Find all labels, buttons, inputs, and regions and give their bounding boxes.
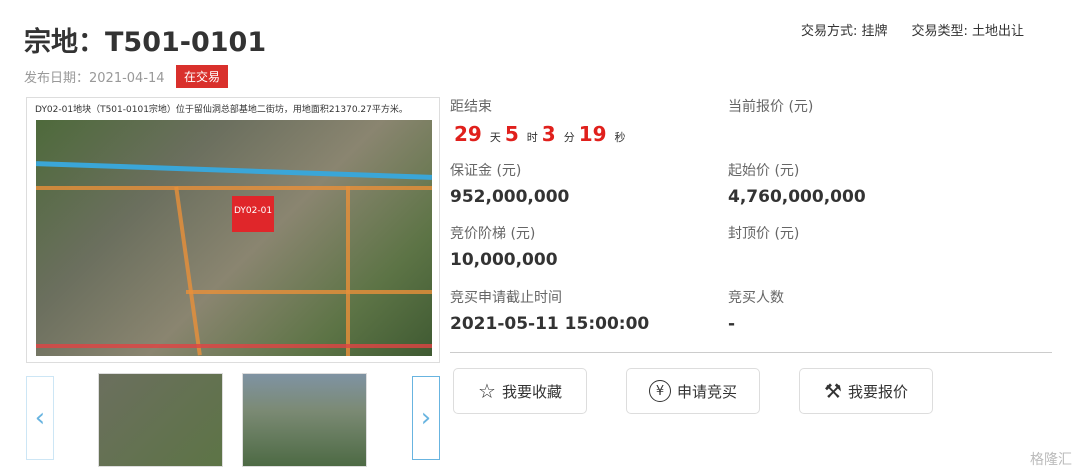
favorite-button[interactable]: ☆ 我要收藏 xyxy=(453,368,587,414)
seconds: 19 xyxy=(578,122,607,146)
hours-unit: 时 xyxy=(526,131,538,144)
watermark: 格隆汇 xyxy=(1030,452,1072,468)
seconds-unit: 秒 xyxy=(614,131,626,144)
bidders-label: 竞买人数 xyxy=(728,290,784,306)
thumbnail-strip: ‹ › xyxy=(26,373,440,467)
start-price-value: 4,760,000,000 xyxy=(728,187,866,207)
favorite-label: 我要收藏 xyxy=(501,382,562,401)
thumbnail-2[interactable] xyxy=(242,373,367,467)
deadline-value: 2021-05-11 15:00:00 xyxy=(450,314,650,334)
minutes-unit: 分 xyxy=(563,131,575,144)
map-image: DY02-01 xyxy=(36,120,432,356)
status-badge: 在交易 xyxy=(176,65,229,88)
apply-label: 申请竞买 xyxy=(676,382,737,401)
days: 29 xyxy=(454,122,482,146)
next-arrow-icon[interactable]: › xyxy=(412,376,440,460)
plot-label: DY02-01 xyxy=(232,196,274,232)
countdown: 29 天 5 时 3 分 19 秒 xyxy=(450,122,626,146)
trade-meta: 交易方式: 挂牌 交易类型: 土地出让 xyxy=(777,20,1024,39)
deposit-label: 保证金 (元) xyxy=(450,163,522,179)
cap-price-label: 封顶价 (元) xyxy=(728,226,800,242)
gavel-icon: ⚒ xyxy=(824,379,842,403)
days-unit: 天 xyxy=(489,131,501,144)
main-image[interactable]: DY02-01地块（T501-0101宗地）位于留仙洞总部基地二街坊，用地面积2… xyxy=(26,97,440,363)
deadline-label: 竞买申请截止时间 xyxy=(450,290,562,306)
image-caption: DY02-01地块（T501-0101宗地）位于留仙洞总部基地二街坊，用地面积2… xyxy=(35,105,408,115)
prev-arrow-icon[interactable]: ‹ xyxy=(26,376,54,460)
bidders-value: - xyxy=(728,314,736,334)
current-price-label: 当前报价 (元) xyxy=(728,99,814,115)
bid-label: 我要报价 xyxy=(847,382,908,401)
minutes: 3 xyxy=(541,122,556,146)
star-icon: ☆ xyxy=(478,379,496,403)
trade-method: 交易方式: 挂牌 xyxy=(800,24,888,39)
bid-button[interactable]: ⚒ 我要报价 xyxy=(799,368,933,414)
hours: 5 xyxy=(504,122,519,146)
trade-type: 交易类型: 土地出让 xyxy=(911,24,1024,39)
apply-button[interactable]: ¥ 申请竞买 xyxy=(626,368,760,414)
start-price-label: 起始价 (元) xyxy=(728,163,800,179)
publish-date: 发布日期：2021-04-14 xyxy=(24,71,165,86)
step-value: 10,000,000 xyxy=(450,250,558,270)
step-label: 竞价阶梯 (元) xyxy=(450,226,536,242)
yen-icon: ¥ xyxy=(648,380,671,402)
thumbnail-1[interactable] xyxy=(98,373,223,467)
countdown-label: 距结束 xyxy=(450,99,492,115)
page-title: 宗地：T501-0101 xyxy=(24,27,267,58)
deposit-value: 952,000,000 xyxy=(450,187,570,207)
divider xyxy=(450,352,1052,353)
